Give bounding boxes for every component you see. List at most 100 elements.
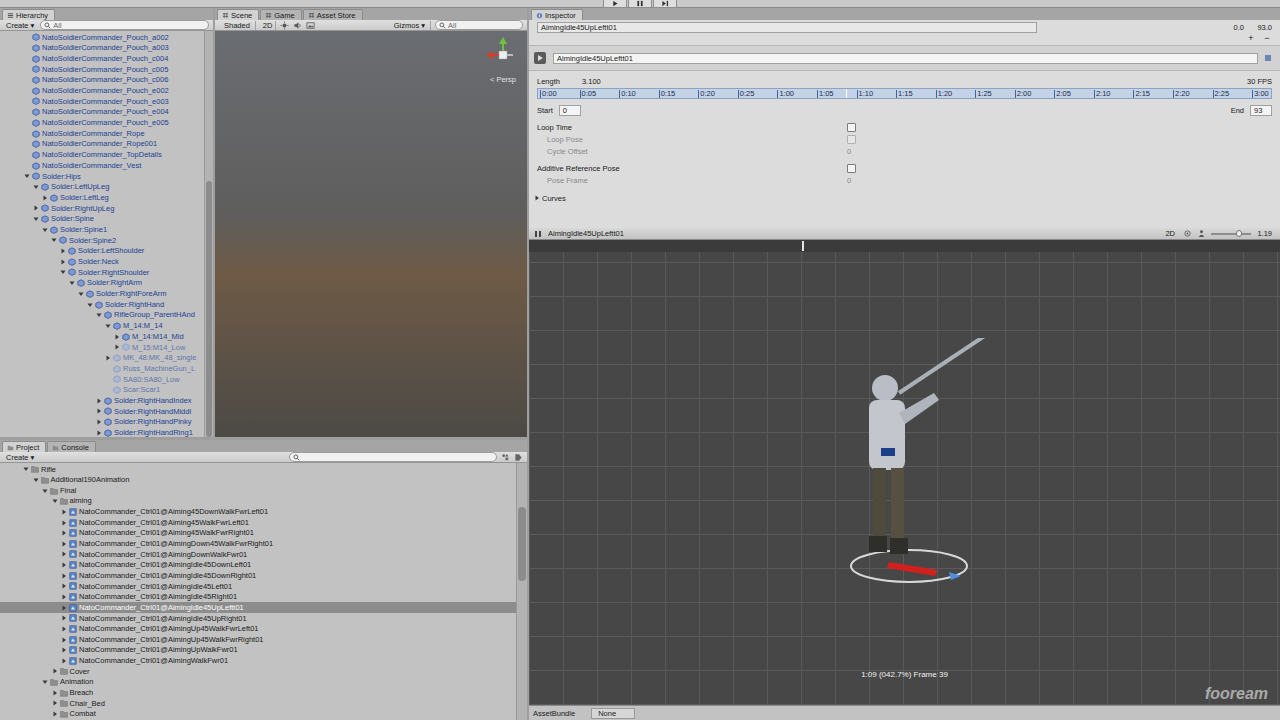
- expanded-arrow-icon[interactable]: [51, 497, 59, 505]
- scrollbar-thumb[interactable]: [206, 181, 212, 437]
- project-item[interactable]: NatoCommander_Ctrl01@Aiming45WalkFwrLeft…: [0, 517, 516, 528]
- label-icon[interactable]: [514, 453, 523, 462]
- hierarchy-item[interactable]: Solder:RightArm: [0, 278, 204, 289]
- collapsed-arrow-icon[interactable]: [95, 397, 103, 405]
- hierarchy-item[interactable]: NatoSoldierCommander_Pouch_e005: [0, 118, 204, 129]
- hierarchy-item[interactable]: Solder:Hips: [0, 171, 204, 182]
- expanded-arrow-icon[interactable]: [77, 290, 85, 298]
- hierarchy-tab[interactable]: Hierarchy: [2, 9, 55, 20]
- hierarchy-item[interactable]: Solder:Spine: [0, 214, 204, 225]
- project-item[interactable]: NatoCommander_Ctrl01@AimingDownWalkFwr01: [0, 549, 516, 560]
- collapsed-arrow-icon[interactable]: [60, 657, 68, 665]
- collapsed-arrow-icon[interactable]: [60, 508, 68, 516]
- collapsed-arrow-icon[interactable]: [59, 247, 67, 255]
- avatar-icon[interactable]: [1197, 229, 1206, 238]
- speed-slider-knob[interactable]: [1236, 230, 1242, 237]
- hierarchy-item[interactable]: NatoSoldierCommander_Pouch_a002: [0, 32, 204, 43]
- collapsed-arrow-icon[interactable]: [32, 204, 40, 212]
- inspector-tab[interactable]: Inspector: [531, 9, 583, 20]
- setting-checkbox[interactable]: [847, 123, 856, 132]
- 2d-toggle[interactable]: 2D: [260, 21, 277, 30]
- project-item[interactable]: aiming: [0, 496, 516, 507]
- hierarchy-item[interactable]: NatoSoldierCommander_Pouch_e003: [0, 96, 204, 107]
- collapsed-arrow-icon[interactable]: [60, 593, 68, 601]
- project-item[interactable]: NatoCommander_Ctrl01@AimingIdle45UpRight…: [0, 613, 516, 624]
- create-dropdown[interactable]: Create ▾: [4, 453, 36, 462]
- hierarchy-item[interactable]: NatoSoldierCommander_Rope: [0, 128, 204, 139]
- speaker-icon[interactable]: [293, 21, 302, 30]
- scrollbar-thumb[interactable]: [518, 507, 526, 582]
- project-item[interactable]: NatoCommander_Ctrl01@AimingIdle45UpLeftt…: [0, 602, 516, 613]
- collapsed-arrow-icon[interactable]: [113, 343, 121, 351]
- shading-dropdown[interactable]: Shaded: [219, 21, 256, 30]
- expanded-arrow-icon[interactable]: [68, 279, 76, 287]
- scene-tab[interactable]: Game: [260, 9, 301, 20]
- play-icon[interactable]: [603, 0, 627, 8]
- hierarchy-item[interactable]: Solder:LeftUpLeg: [0, 182, 204, 193]
- project-item[interactable]: NatoCommander_Ctrl01@AimingUp45WalkFwrRi…: [0, 634, 516, 645]
- orientation-gizmo[interactable]: < Persp: [483, 35, 523, 84]
- hierarchy-item[interactable]: NatoSoldierCommander_Rope001: [0, 139, 204, 150]
- curves-foldout[interactable]: Curves: [533, 192, 1272, 204]
- scene-viewport[interactable]: < Persp: [215, 31, 527, 437]
- collapsed-arrow-icon[interactable]: [95, 407, 103, 415]
- playhead[interactable]: [846, 89, 847, 98]
- hierarchy-item[interactable]: NatoSoldierCommander_Pouch_c006: [0, 75, 204, 86]
- collapsed-arrow-icon[interactable]: [51, 710, 59, 718]
- hierarchy-item[interactable]: Solder:Spine2: [0, 235, 204, 246]
- hierarchy-item[interactable]: NatoSoldierCommander_Pouch_e002: [0, 85, 204, 96]
- expanded-arrow-icon[interactable]: [22, 465, 30, 473]
- hierarchy-item[interactable]: Solder:Neck: [0, 256, 204, 267]
- remove-clip-button[interactable]: −: [1262, 33, 1272, 43]
- collapsed-arrow-icon[interactable]: [104, 354, 112, 362]
- project-tab[interactable]: Console: [47, 441, 96, 452]
- collapsed-arrow-icon[interactable]: [95, 418, 103, 426]
- preview-timeline[interactable]: [529, 240, 1280, 252]
- expanded-arrow-icon[interactable]: [32, 183, 40, 191]
- collapsed-arrow-icon[interactable]: [60, 572, 68, 580]
- hierarchy-item[interactable]: Scar:Scar1: [0, 385, 204, 396]
- start-field[interactable]: 0: [559, 105, 581, 116]
- project-item[interactable]: Combat: [0, 709, 516, 720]
- expanded-arrow-icon[interactable]: [50, 236, 58, 244]
- collapsed-arrow-icon[interactable]: [60, 582, 68, 590]
- project-item[interactable]: NatoCommander_Ctrl01@AimingUp45WalkFwrLe…: [0, 624, 516, 635]
- hierarchy-item[interactable]: Solder:RightShoulder: [0, 267, 204, 278]
- collapsed-arrow-icon[interactable]: [60, 550, 68, 558]
- collapsed-arrow-icon[interactable]: [51, 689, 59, 697]
- project-item[interactable]: NatoCommander_Ctrl01@AimingIdle45DownRig…: [0, 570, 516, 581]
- range-end[interactable]: 93.0: [1250, 23, 1272, 32]
- collapsed-arrow-icon[interactable]: [60, 625, 68, 633]
- axis-gizmo-icon[interactable]: [483, 35, 523, 75]
- collapsed-arrow-icon[interactable]: [60, 646, 68, 654]
- gizmos-dropdown[interactable]: Gizmos ▾: [389, 21, 431, 30]
- search-field[interactable]: All: [435, 20, 523, 30]
- collapsed-arrow-icon[interactable]: [113, 333, 121, 341]
- collapsed-arrow-icon[interactable]: [51, 699, 59, 707]
- range-start[interactable]: 0.0: [1222, 23, 1244, 32]
- collapsed-arrow-icon[interactable]: [60, 604, 68, 612]
- hierarchy-item[interactable]: NatoSoldierCommander_Pouch_a003: [0, 43, 204, 54]
- collapsed-arrow-icon[interactable]: [60, 540, 68, 548]
- preview-playhead[interactable]: [802, 241, 804, 251]
- take-name-field[interactable]: AimingIdle45UpLeftt01: [537, 22, 1037, 33]
- speed-slider[interactable]: [1211, 233, 1251, 235]
- scene-tab[interactable]: Asset Store: [303, 9, 363, 20]
- clip-name-field[interactable]: AimingIdle45UpLeftt01: [553, 53, 1258, 64]
- end-field[interactable]: 93: [1250, 105, 1272, 116]
- hierarchy-item[interactable]: Russ_MachineGun_L: [0, 363, 204, 374]
- expanded-arrow-icon[interactable]: [95, 311, 103, 319]
- project-item[interactable]: NatoCommander_Ctrl01@Aiming45WalkFwrRigh…: [0, 528, 516, 539]
- hierarchy-item[interactable]: Solder:RightUpLeg: [0, 203, 204, 214]
- asset-bundle-dropdown[interactable]: None: [591, 708, 635, 719]
- hierarchy-item[interactable]: Solder:RightHandRing1: [0, 427, 204, 437]
- collapsed-arrow-icon[interactable]: [60, 561, 68, 569]
- project-item[interactable]: Chair_Bed: [0, 698, 516, 709]
- collapsed-arrow-icon[interactable]: [60, 519, 68, 527]
- collapsed-arrow-icon[interactable]: [533, 194, 541, 202]
- project-item[interactable]: NatoCommander_Ctrl01@AimingWalkFwr01: [0, 656, 516, 667]
- expanded-arrow-icon[interactable]: [59, 268, 67, 276]
- hierarchy-item[interactable]: Solder:RightForeArm: [0, 289, 204, 300]
- project-item[interactable]: NatoCommander_Ctrl01@AimingIdle45Right01: [0, 592, 516, 603]
- project-item[interactable]: Cover: [0, 666, 516, 677]
